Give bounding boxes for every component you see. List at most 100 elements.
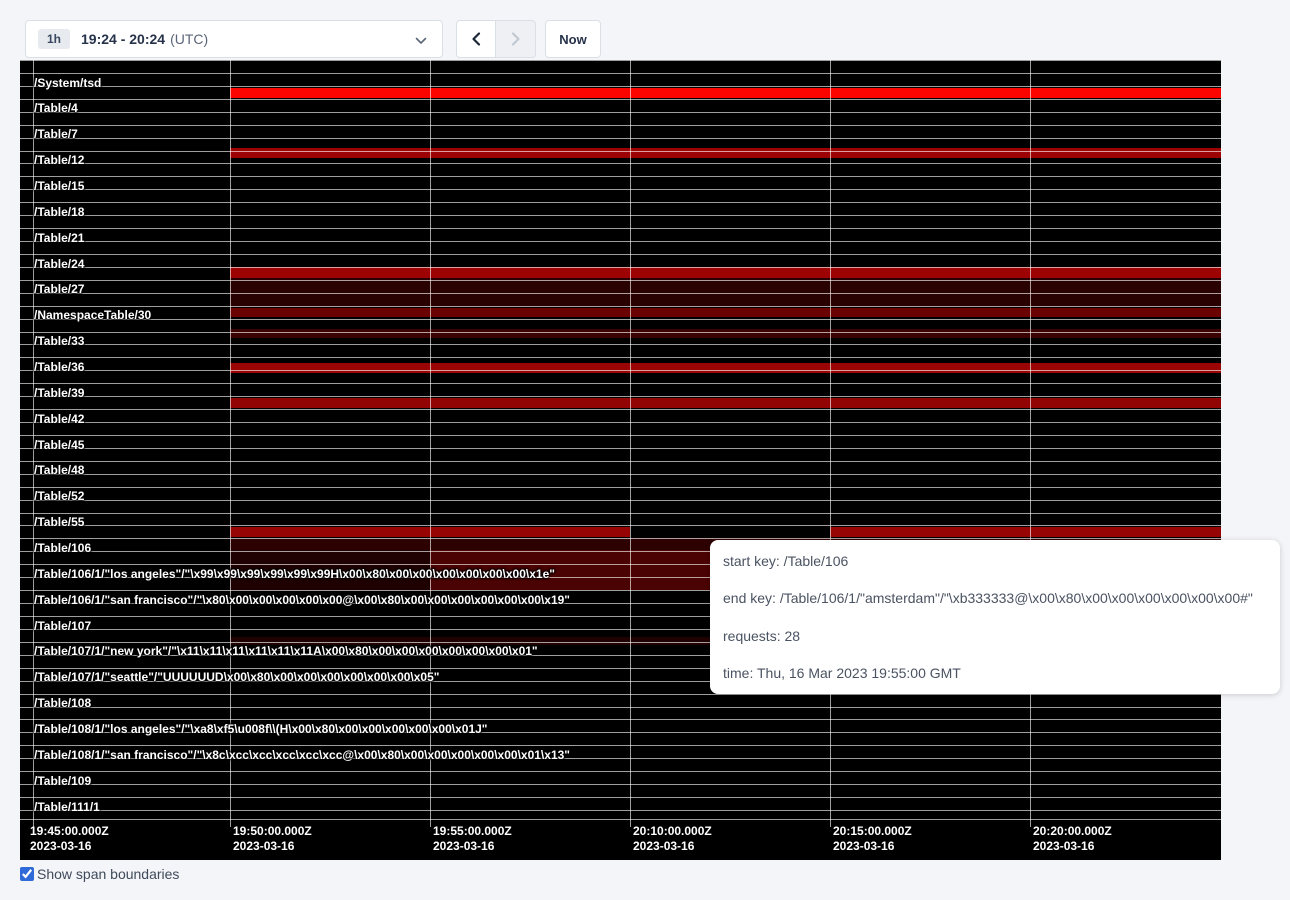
time-nav-group xyxy=(456,20,536,58)
span-boundary-line xyxy=(20,151,1221,152)
span-boundary-line xyxy=(20,409,1221,410)
key-span-label: /Table/18 xyxy=(34,206,84,219)
x-axis-label: 19:55:00.000Z2023-03-16 xyxy=(433,824,512,854)
span-boundary-line xyxy=(20,202,1221,203)
tooltip-start-key: start key: /Table/106 xyxy=(723,553,1267,569)
heat-band[interactable] xyxy=(230,148,1221,158)
show-span-boundaries-checkbox[interactable] xyxy=(20,867,34,881)
key-span-label: /Table/33 xyxy=(34,335,84,348)
time-boundary-line xyxy=(630,60,631,827)
span-boundary-line xyxy=(20,383,1221,384)
span-boundary-line xyxy=(20,694,1221,695)
key-span-label: /Table/27 xyxy=(34,283,84,296)
span-boundary-line xyxy=(20,254,1221,255)
prev-range-button[interactable] xyxy=(456,20,496,58)
tooltip-time: time: Thu, 16 Mar 2023 19:55:00 GMT xyxy=(723,665,1267,681)
span-boundary-line xyxy=(20,73,1221,74)
x-axis-date: 2023-03-16 xyxy=(833,839,912,854)
x-axis-time: 19:55:00.000Z xyxy=(433,824,512,839)
key-span-label: /Table/111/1 xyxy=(34,801,100,814)
x-axis-label: 19:50:00.000Z2023-03-16 xyxy=(233,824,312,854)
key-span-label: /Table/109 xyxy=(34,775,91,788)
heat-band[interactable] xyxy=(230,398,1221,408)
span-boundary-line xyxy=(20,241,1221,242)
span-boundary-line xyxy=(20,228,1221,229)
heat-band[interactable] xyxy=(230,363,1221,373)
x-axis-time: 20:15:00.000Z xyxy=(833,824,912,839)
span-boundary-line xyxy=(20,293,1221,294)
heat-band[interactable] xyxy=(830,527,1221,537)
time-boundary-line xyxy=(230,60,231,827)
time-boundary-line xyxy=(430,60,431,827)
span-boundary-line xyxy=(20,771,1221,772)
chevron-right-icon xyxy=(508,31,523,47)
x-axis-label: 20:20:00.000Z2023-03-16 xyxy=(1033,824,1112,854)
x-axis-time: 20:20:00.000Z xyxy=(1033,824,1112,839)
tooltip-end-key: end key: /Table/106/1/"amsterdam"/"\xb33… xyxy=(723,590,1267,606)
key-span-label: /Table/39 xyxy=(34,387,84,400)
span-boundary-line xyxy=(20,332,1221,333)
heat-band[interactable] xyxy=(230,88,1221,98)
span-boundary-line xyxy=(20,707,1221,708)
span-boundary-line xyxy=(20,176,1221,177)
range-text: 19:24 - 20:24 xyxy=(81,31,165,47)
key-span-label: /Table/52 xyxy=(34,490,84,503)
tooltip-requests: requests: 28 xyxy=(723,628,1267,644)
key-span-label: /Table/107/1/"new york"/"\x11\x11\x11\x1… xyxy=(34,645,538,658)
span-boundary-line xyxy=(20,319,1221,320)
heat-band[interactable] xyxy=(230,308,1221,317)
heat-band[interactable] xyxy=(230,267,1221,278)
span-boundary-line xyxy=(20,784,1221,785)
range-timezone: (UTC) xyxy=(170,31,208,47)
span-boundary-line xyxy=(20,99,1221,100)
key-span-label: /Table/55 xyxy=(34,516,84,529)
time-range-selector[interactable]: 1h 19:24 - 20:24 (UTC) xyxy=(25,20,443,58)
x-axis-date: 2023-03-16 xyxy=(433,839,512,854)
x-axis-time: 20:10:00.000Z xyxy=(633,824,712,839)
key-span-label: /Table/15 xyxy=(34,180,84,193)
span-boundary-line xyxy=(20,745,1221,746)
span-boundary-line xyxy=(20,448,1221,449)
span-boundary-line xyxy=(20,125,1221,126)
key-visualizer-canvas[interactable]: /System/tsd/Table/4/Table/7/Table/12/Tab… xyxy=(20,60,1221,860)
span-boundary-line xyxy=(20,357,1221,358)
span-boundary-line xyxy=(20,306,1221,307)
span-boundary-line xyxy=(20,112,1221,113)
key-span-label: /Table/4 xyxy=(34,102,78,115)
chevron-down-icon xyxy=(415,37,427,45)
span-boundary-line xyxy=(20,86,1221,87)
next-range-button[interactable] xyxy=(496,20,536,58)
span-boundary-line xyxy=(20,819,1221,820)
x-axis-date: 2023-03-16 xyxy=(233,839,312,854)
key-span-label: /Table/42 xyxy=(34,413,84,426)
now-button[interactable]: Now xyxy=(545,20,601,58)
x-axis-time: 19:45:00.000Z xyxy=(30,824,109,839)
span-boundary-line xyxy=(20,370,1221,371)
key-span-label: /Table/7 xyxy=(34,128,78,141)
span-boundary-line xyxy=(20,267,1221,268)
span-boundary-line xyxy=(20,500,1221,501)
span-boundary-line xyxy=(20,487,1221,488)
key-span-label: /System/tsd xyxy=(34,77,101,90)
span-boundary-line xyxy=(20,422,1221,423)
span-boundary-line xyxy=(20,513,1221,514)
key-span-label: /Table/108/1/"san francisco"/"\x8c\xcc\x… xyxy=(34,749,570,762)
span-boundary-line xyxy=(20,138,1221,139)
x-axis-date: 2023-03-16 xyxy=(633,839,712,854)
span-boundary-line xyxy=(20,163,1221,164)
key-span-label: /Table/108/1/"los angeles"/"\xa8\xf5\u00… xyxy=(34,723,488,736)
chevron-left-icon xyxy=(469,31,484,47)
span-boundary-line xyxy=(20,461,1221,462)
span-boundary-line xyxy=(20,396,1221,397)
key-span-label: /Table/107/1/"seattle"/"UUUUUUD\x00\x80\… xyxy=(34,671,439,684)
key-span-label: /Table/36 xyxy=(34,361,84,374)
span-boundary-line xyxy=(20,538,1221,539)
show-span-boundaries-row: Show span boundaries xyxy=(20,866,179,882)
key-span-label: /Table/12 xyxy=(34,154,84,167)
key-span-label: /Table/108 xyxy=(34,697,91,710)
heat-band[interactable] xyxy=(230,329,1221,338)
span-boundary-line xyxy=(20,525,1221,526)
key-span-label: /Table/106/1/"san francisco"/"\x80\x00\x… xyxy=(34,594,570,607)
x-axis-label: 20:15:00.000Z2023-03-16 xyxy=(833,824,912,854)
time-boundary-line xyxy=(830,60,831,827)
